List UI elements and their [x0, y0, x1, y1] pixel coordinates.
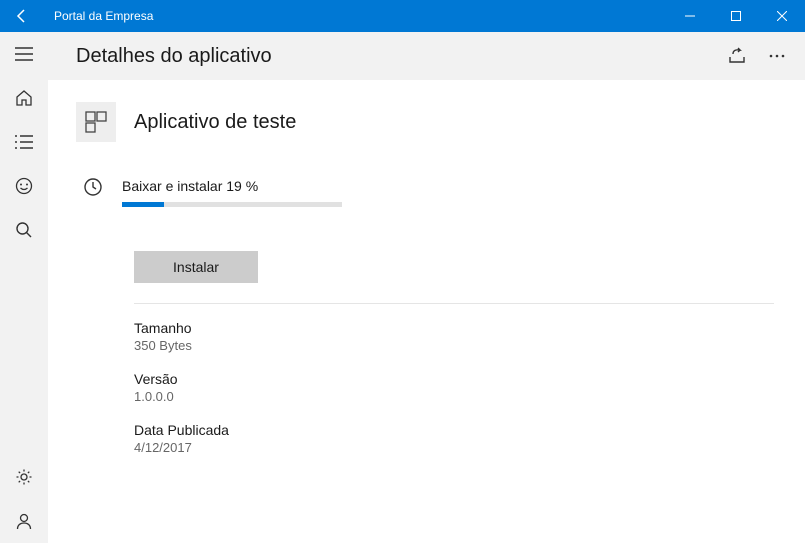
sidebar [0, 32, 48, 543]
meta-size: Tamanho 350 Bytes [134, 320, 777, 353]
clock-icon [82, 176, 104, 198]
meta-published: Data Publicada 4/12/2017 [134, 422, 777, 455]
home-icon[interactable] [0, 76, 48, 120]
search-icon[interactable] [0, 208, 48, 252]
status-text: Baixar e instalar 19 % [122, 178, 342, 194]
window-title: Portal da Empresa [44, 9, 667, 23]
share-button[interactable] [717, 36, 757, 76]
titlebar: Portal da Empresa [0, 0, 805, 32]
meta-version: Versão 1.0.0.0 [134, 371, 777, 404]
content: Detalhes do aplicativo [48, 32, 805, 543]
window-controls [667, 0, 805, 32]
install-button[interactable]: Instalar [134, 251, 258, 283]
page-header: Detalhes do aplicativo [48, 32, 805, 80]
main: Aplicativo de teste Baixar e instalar 19… [48, 80, 805, 543]
maximize-button[interactable] [713, 0, 759, 32]
progress-fill [122, 202, 164, 207]
close-button[interactable] [759, 0, 805, 32]
more-button[interactable] [757, 36, 797, 76]
published-value: 4/12/2017 [134, 440, 777, 455]
progress-bar [122, 202, 342, 207]
version-value: 1.0.0.0 [134, 389, 777, 404]
app-icon [76, 102, 116, 142]
profile-icon[interactable] [0, 499, 48, 543]
divider [134, 303, 774, 304]
version-label: Versão [134, 371, 777, 387]
back-button[interactable] [0, 0, 44, 32]
apps-list-icon[interactable] [0, 120, 48, 164]
size-label: Tamanho [134, 320, 777, 336]
minimize-button[interactable] [667, 0, 713, 32]
hamburger-menu-button[interactable] [0, 32, 48, 76]
feedback-icon[interactable] [0, 164, 48, 208]
settings-icon[interactable] [0, 455, 48, 499]
app-header: Aplicativo de teste [76, 102, 777, 142]
status-row: Baixar e instalar 19 % [82, 178, 777, 207]
page-title: Detalhes do aplicativo [76, 45, 717, 68]
app-name: Aplicativo de teste [134, 111, 296, 134]
published-label: Data Publicada [134, 422, 777, 438]
meta-section: Tamanho 350 Bytes Versão 1.0.0.0 Data Pu… [134, 320, 777, 455]
size-value: 350 Bytes [134, 338, 777, 353]
